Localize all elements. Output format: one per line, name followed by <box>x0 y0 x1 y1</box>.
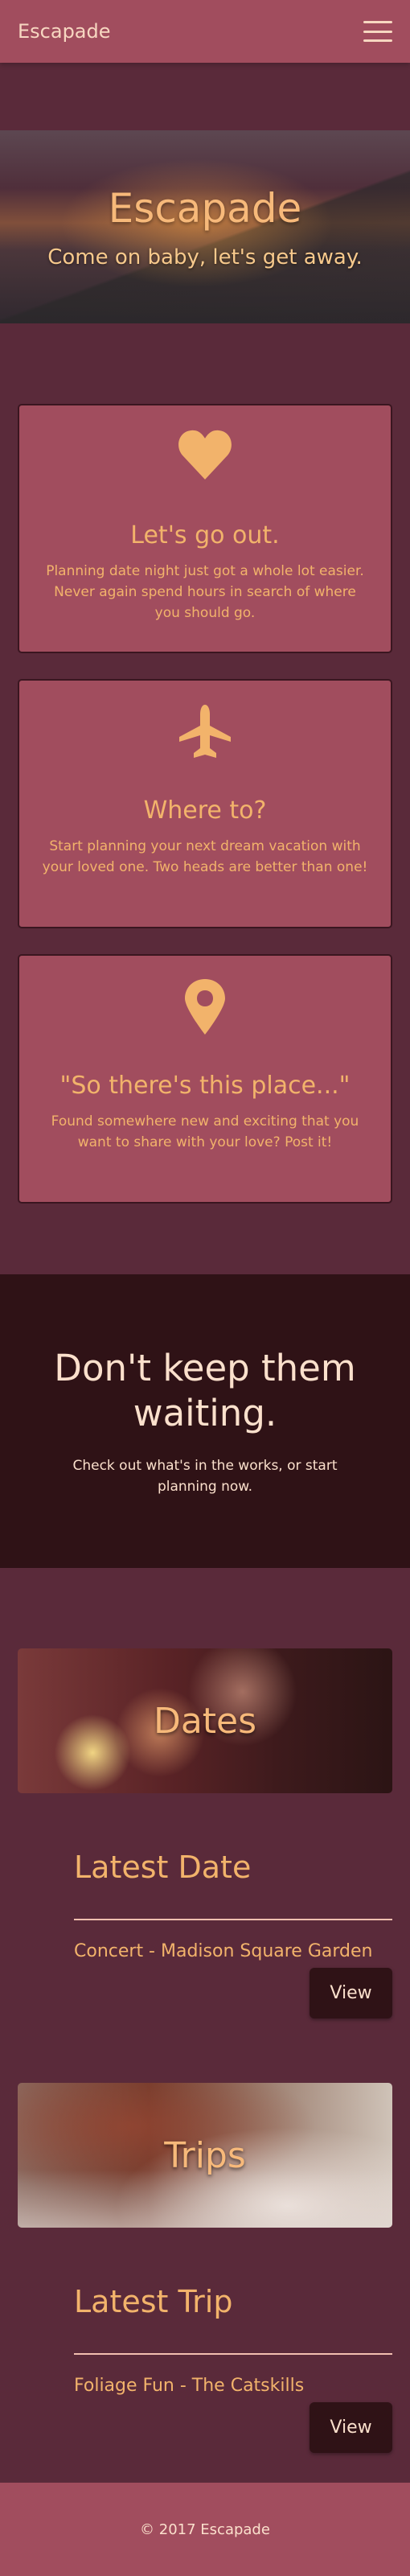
cta-heading: Don't keep them waiting. <box>54 1346 356 1434</box>
divider <box>74 1919 392 1920</box>
feature-text: Planning date night just got a whole lot… <box>46 563 364 621</box>
latest-trip-heading: Latest Trip <box>74 2284 233 2319</box>
latest-date-item: Concert - Madison Square Garden <box>74 1941 373 1961</box>
divider <box>74 2353 392 2355</box>
latest-trip-item: Foliage Fun - The Catskills <box>74 2376 305 2396</box>
map-pin-icon <box>19 978 391 1041</box>
latest-date: Latest Date Concert - Madison Square Gar… <box>18 1793 392 1961</box>
feature-card-trip: Where to? Start planning your next dream… <box>18 679 392 928</box>
hero-subtitle: Come on baby, let's get away. <box>47 245 363 270</box>
call-to-action: Don't keep them waiting. Check out what'… <box>0 1274 410 1568</box>
hamburger-menu-icon[interactable] <box>363 21 392 42</box>
feature-text: Found somewhere new and exciting that yo… <box>51 1113 359 1150</box>
feature-card-date: Let's go out. Planning date night just g… <box>18 404 392 653</box>
navbar: Escapade <box>0 0 410 63</box>
trips-section: Trips Latest Trip Foliage Fun - The Cats… <box>0 2018 410 2453</box>
view-trip-button[interactable]: View <box>310 2402 392 2453</box>
heart-icon <box>19 428 391 491</box>
feature-title: Where to? <box>143 796 267 825</box>
feature-title: Let's go out. <box>130 521 280 549</box>
latest-date-heading: Latest Date <box>74 1850 252 1885</box>
footer-copyright: © 2017 Escapade <box>140 2520 270 2538</box>
dates-section: Dates Latest Date Concert - Madison Squa… <box>0 1568 410 2018</box>
view-date-button[interactable]: View <box>310 1968 392 2018</box>
features: Let's go out. Planning date night just g… <box>0 323 410 1274</box>
dates-banner-label: Dates <box>153 1700 257 1742</box>
airplane-icon <box>19 703 391 766</box>
trips-banner-label: Trips <box>164 2134 246 2176</box>
hero-title: Escapade <box>108 185 302 232</box>
feature-card-place: "So there's this place..." Found somewhe… <box>18 954 392 1204</box>
latest-trip: Latest Trip Foliage Fun - The Catskills <box>18 2228 392 2396</box>
feature-title: "So there's this place..." <box>59 1072 351 1100</box>
cta-text: Check out what's in the works, or start … <box>72 1457 338 1495</box>
trips-banner: Trips <box>18 2083 392 2228</box>
dates-banner: Dates <box>18 1648 392 1793</box>
hero: Escapade Come on baby, let's get away. <box>0 130 410 323</box>
brand-link[interactable]: Escapade <box>18 20 111 43</box>
footer: © 2017 Escapade <box>0 2483 410 2576</box>
feature-text: Start planning your next dream vacation … <box>42 838 368 875</box>
